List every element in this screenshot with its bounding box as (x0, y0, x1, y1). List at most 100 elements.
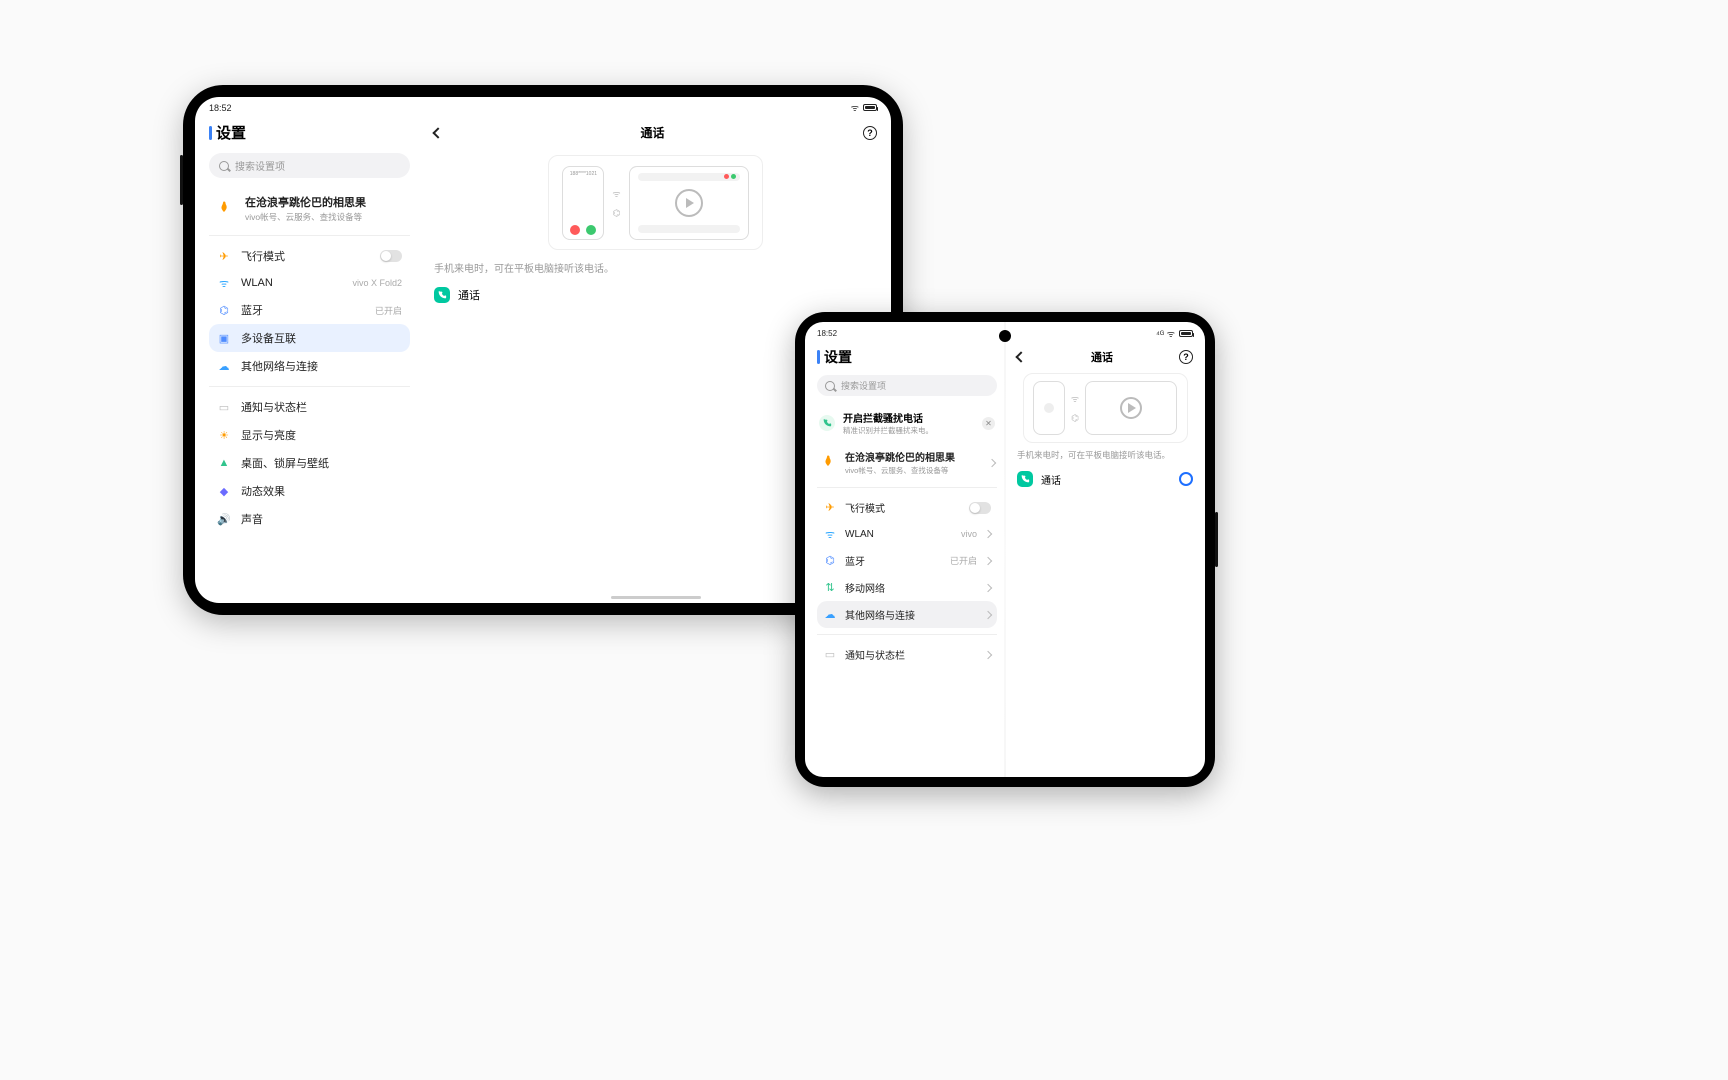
sidebar-item-notification[interactable]: ▭ 通知与状态栏 (209, 393, 410, 421)
row-label: 声音 (241, 511, 402, 527)
row-label: WLAN (241, 277, 342, 289)
home-indicator[interactable] (611, 596, 701, 599)
sidebar-item-sound[interactable]: 🔊 声音 (209, 505, 410, 533)
search-icon (825, 381, 835, 391)
row-label: 通知与状态栏 (241, 399, 402, 415)
status-time: 18:52 (209, 103, 232, 113)
sound-icon: 🔊 (217, 512, 231, 526)
row-label: 动态效果 (241, 483, 402, 499)
sidebar-item-notification[interactable]: ▭ 通知与状态栏 (817, 641, 997, 668)
battery-icon (1179, 330, 1193, 337)
chevron-right-icon (984, 650, 992, 658)
brightness-icon: ☀ (217, 428, 231, 442)
call-setting-row[interactable]: 通话 (1017, 471, 1193, 487)
divider (817, 487, 997, 488)
airplane-icon: ✈ (217, 249, 231, 263)
sidebar-item-wlan[interactable]: ᯤ WLAN vivo (817, 521, 997, 547)
demo-illustration[interactable]: ᯤ⌬ (1023, 373, 1188, 443)
chevron-right-icon (984, 583, 992, 591)
illus-phone-number: 188****1021 (567, 171, 599, 177)
row-label: 飞行模式 (241, 248, 370, 264)
notification-icon: ▭ (823, 648, 837, 662)
loading-spinner-icon (1179, 472, 1193, 486)
row-label: 桌面、锁屏与壁纸 (241, 455, 402, 471)
back-button[interactable] (1015, 351, 1026, 362)
search-input[interactable]: 搜索设置项 (817, 375, 997, 396)
avatar-icon (819, 454, 837, 472)
demo-illustration[interactable]: 188****1021 ᯤ⌬ (548, 155, 763, 250)
front-camera (999, 330, 1011, 342)
account-row[interactable]: 在沧浪亭跳伦巴的相思果 vivo帐号、云服务、查找设备等 (209, 188, 410, 229)
row-label: 移动网络 (845, 580, 977, 595)
foldable-device-frame: 18:52 ⁴ᴳ ᯤ 设置 搜索设置项 开启拦截骚扰电话 精准识别并拦截骚扰来电… (795, 312, 1215, 787)
foldable-screen: 18:52 ⁴ᴳ ᯤ 设置 搜索设置项 开启拦截骚扰电话 精准识别并拦截骚扰来电… (805, 322, 1205, 777)
bluetooth-icon: ⌬ (217, 303, 231, 317)
help-button[interactable]: ? (863, 126, 877, 140)
back-button[interactable] (432, 127, 443, 138)
spam-block-banner[interactable]: 开启拦截骚扰电话 精准识别并拦截骚扰来电。 ✕ (817, 406, 997, 440)
account-sub: vivo帐号、云服务、查找设备等 (845, 465, 981, 476)
sidebar-item-bluetooth[interactable]: ⌬ 蓝牙 已开启 (817, 547, 997, 574)
feature-description: 手机来电时，可在平板电脑接听该电话。 (1017, 449, 1193, 461)
play-icon[interactable] (675, 189, 703, 217)
sidebar-item-wlan[interactable]: ᯤ WLAN vivo X Fold2 (209, 270, 410, 296)
airplane-icon: ✈ (823, 501, 837, 515)
illus-connection-icon: ᯤ⌬ (612, 187, 620, 219)
settings-list: 设置 搜索设置项 在沧浪亭跳伦巴的相思果 vivo帐号、云服务、查找设备等 (195, 118, 420, 603)
airplane-toggle[interactable] (969, 502, 991, 514)
row-label: 蓝牙 (241, 302, 365, 318)
sidebar-item-mobile[interactable]: ⇅ 移动网络 (817, 574, 997, 601)
row-meta: vivo X Fold2 (352, 278, 402, 288)
call-setting-row[interactable]: 通话 (434, 287, 877, 303)
search-icon (219, 161, 229, 171)
row-label: 其他网络与连接 (241, 358, 402, 374)
page-title: 设置 (209, 122, 410, 143)
illus-connection-icon: ᯤ⌬ (1071, 392, 1079, 424)
sidebar-item-other-network[interactable]: ☁ 其他网络与连接 (209, 352, 410, 380)
battery-icon (863, 104, 877, 111)
phone-icon (1017, 471, 1033, 487)
sidebar-item-airplane[interactable]: ✈ 飞行模式 (209, 242, 410, 270)
row-label: 多设备互联 (241, 330, 402, 346)
row-label: 飞行模式 (845, 500, 961, 515)
chevron-right-icon (984, 530, 992, 538)
call-label: 通话 (458, 287, 480, 303)
sidebar-item-airplane[interactable]: ✈ 飞行模式 (817, 494, 997, 521)
illus-phone-icon (1033, 381, 1065, 435)
globe-icon: ☁ (823, 608, 837, 622)
close-icon[interactable]: ✕ (982, 417, 995, 430)
help-button[interactable]: ? (1179, 350, 1193, 364)
divider (209, 386, 410, 387)
account-row[interactable]: 在沧浪亭跳伦巴的相思果 vivo帐号、云服务、查找设备等 (817, 444, 997, 481)
search-input[interactable]: 搜索设置项 (209, 153, 410, 178)
row-label: 其他网络与连接 (845, 607, 977, 622)
motion-icon: ◆ (217, 484, 231, 498)
play-icon[interactable] (1120, 397, 1142, 419)
row-meta: 已开启 (375, 304, 402, 317)
mobile-network-icon: ⇅ (823, 581, 837, 595)
status-bar: 18:52 ᯤ (195, 97, 891, 118)
divider (817, 634, 997, 635)
airplane-toggle[interactable] (380, 250, 402, 262)
sidebar-item-motion[interactable]: ◆ 动态效果 (209, 477, 410, 505)
wallpaper-icon: ▲ (217, 456, 231, 470)
bluetooth-icon: ⌬ (823, 554, 837, 568)
chevron-right-icon (984, 610, 992, 618)
call-label: 通话 (1041, 472, 1061, 487)
sidebar-item-desktop[interactable]: ▲ 桌面、锁屏与壁纸 (209, 449, 410, 477)
status-time: 18:52 (817, 329, 837, 338)
sidebar-item-multi-device[interactable]: ▣ 多设备互联 (209, 324, 410, 352)
globe-icon: ☁ (217, 359, 231, 373)
sidebar-item-other-network[interactable]: ☁ 其他网络与连接 (817, 601, 997, 628)
illus-phone-icon: 188****1021 (562, 166, 604, 240)
row-label: WLAN (845, 529, 953, 540)
illus-tablet-icon (629, 166, 749, 240)
wifi-row-icon: ᯤ (823, 527, 837, 541)
banner-sub: 精准识别并拦截骚扰来电。 (843, 425, 974, 436)
shield-icon (819, 415, 835, 431)
divider (209, 235, 410, 236)
sidebar-item-bluetooth[interactable]: ⌬ 蓝牙 已开启 (209, 296, 410, 324)
row-label: 显示与亮度 (241, 427, 402, 443)
sidebar-item-display[interactable]: ☀ 显示与亮度 (209, 421, 410, 449)
chevron-right-icon (984, 556, 992, 564)
